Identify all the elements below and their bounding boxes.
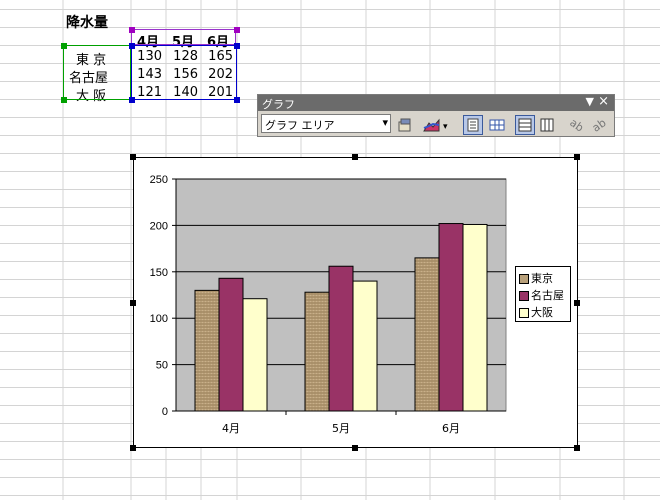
by-row-button[interactable] [515, 115, 535, 135]
bar-大阪[interactable] [352, 280, 378, 412]
y-tick-label: 150 [150, 267, 168, 279]
chart-plot-svg[interactable]: 0 50 100 150 200 250 4月 5月 6月 [134, 158, 577, 447]
close-icon[interactable]: × [598, 94, 609, 109]
bar-名古屋[interactable] [438, 223, 464, 412]
format-chart-area-button[interactable] [395, 115, 415, 135]
by-column-icon [540, 118, 554, 132]
legend-swatch [519, 291, 529, 301]
range-handle[interactable] [234, 27, 240, 33]
svg-text:ab: ab [590, 116, 609, 135]
chart-resize-handle[interactable] [574, 154, 580, 160]
angle-down-icon: ab [567, 116, 586, 135]
range-handle[interactable] [61, 97, 67, 103]
legend-label: 東京 [531, 272, 553, 285]
chevron-down-icon[interactable]: ▾ [382, 116, 388, 129]
x-tick-label: 6月 [442, 422, 460, 435]
svg-text:▾: ▾ [443, 122, 448, 132]
angle-text-downward-button[interactable]: ab [567, 115, 587, 135]
range-handle[interactable] [129, 27, 135, 33]
legend-swatch [519, 308, 529, 318]
svg-text:ab: ab [567, 116, 586, 135]
legend-toggle-button[interactable] [463, 115, 483, 135]
bar-東京[interactable] [414, 257, 440, 412]
format-icon [398, 118, 411, 132]
legend-swatch [519, 274, 529, 284]
range-handle[interactable] [61, 43, 67, 49]
series-range-frame [131, 29, 236, 45]
chart-area[interactable]: 0 50 100 150 200 250 4月 5月 6月 [133, 157, 578, 448]
data-table-button[interactable] [487, 115, 507, 135]
chart-type-icon: ▾ [423, 118, 448, 132]
chart-type-button[interactable]: ▾ [421, 115, 451, 135]
chart-resize-handle[interactable] [574, 445, 580, 451]
by-column-button[interactable] [537, 115, 557, 135]
chart-resize-handle[interactable] [130, 300, 136, 306]
legend-label: 名古屋 [531, 289, 564, 302]
values-range-frame [131, 45, 237, 100]
bar-大阪[interactable] [462, 223, 488, 412]
y-tick-label: 100 [150, 313, 168, 325]
chart-object-select[interactable]: グラフ エリア ▾ [261, 114, 391, 133]
chart-resize-handle[interactable] [130, 445, 136, 451]
chart-resize-handle[interactable] [352, 445, 358, 451]
bar-名古屋[interactable] [218, 277, 244, 412]
y-tick-label: 250 [150, 174, 168, 186]
range-handle[interactable] [234, 97, 240, 103]
chart-resize-handle[interactable] [574, 300, 580, 306]
bar-名古屋[interactable] [328, 265, 354, 412]
bar-東京[interactable] [194, 289, 220, 412]
legend-item[interactable]: 名古屋 [519, 287, 564, 302]
legend-icon [467, 118, 479, 132]
range-handle[interactable] [234, 43, 240, 49]
angle-up-icon: ab [590, 116, 609, 135]
toolbar-title: グラフ [262, 98, 295, 111]
bar-東京[interactable] [304, 291, 330, 412]
chart-resize-handle[interactable] [352, 154, 358, 160]
angle-text-upward-button[interactable]: ab [589, 115, 609, 135]
chart-resize-handle[interactable] [130, 154, 136, 160]
chart-object-select-value: グラフ エリア [265, 119, 335, 132]
y-tick-label: 50 [156, 360, 168, 372]
legend-item[interactable]: 大阪 [519, 304, 553, 319]
y-tick-label: 0 [162, 406, 168, 418]
toolbar-titlebar[interactable]: グラフ ▼ × [258, 94, 614, 111]
x-tick-label: 4月 [222, 422, 240, 435]
bar-大阪[interactable] [242, 298, 268, 412]
legend-label: 大阪 [531, 306, 553, 319]
chart-legend[interactable]: 東京 名古屋 大阪 [515, 266, 571, 322]
category-range-frame [63, 45, 131, 100]
data-table-icon [489, 119, 505, 131]
range-handle[interactable] [129, 43, 135, 49]
by-row-icon [518, 118, 532, 132]
sheet-title-cell[interactable]: 降水量 [66, 12, 108, 32]
chart-toolbar[interactable]: グラフ ▼ × グラフ エリア ▾ ▾ ab ab [257, 94, 615, 137]
y-tick-label: 200 [150, 220, 168, 232]
legend-item[interactable]: 東京 [519, 270, 553, 285]
toolbar-options-icon[interactable]: ▼ [586, 95, 594, 108]
range-handle[interactable] [129, 97, 135, 103]
x-tick-label: 5月 [332, 422, 350, 435]
